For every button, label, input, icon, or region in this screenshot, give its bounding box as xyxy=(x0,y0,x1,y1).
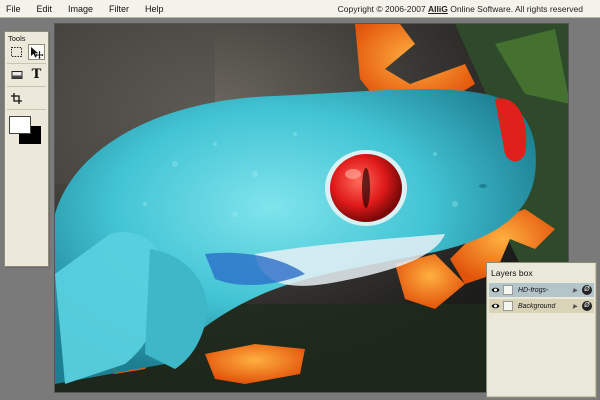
copyright-notice: Copyright © 2006-2007 AIliG Online Softw… xyxy=(338,0,583,18)
layer-name: HD-frogs- xyxy=(518,286,549,294)
menu-image[interactable]: Image xyxy=(60,0,101,18)
eraser-icon[interactable] xyxy=(8,67,25,83)
layer-thumbnail xyxy=(503,301,513,311)
rect-select-icon[interactable] xyxy=(8,44,25,60)
foreground-color-swatch[interactable] xyxy=(9,116,31,134)
layer-name: Background xyxy=(518,302,556,310)
expand-arrow-icon[interactable]: ▶ xyxy=(571,287,579,294)
color-swatches xyxy=(9,116,43,146)
eye-icon[interactable] xyxy=(491,285,500,295)
menu-bar: File Edit Image Filter Help Copyright © … xyxy=(0,0,600,18)
layers-panel: Layers box HD-frogs- ▶ Ø Background ▶ Ø xyxy=(486,262,597,398)
eye-icon[interactable] xyxy=(491,301,500,311)
copyright-prefix: Copyright © 2006-2007 xyxy=(337,4,429,14)
layers-title: Layers box xyxy=(491,268,533,278)
layer-row[interactable]: HD-frogs- ▶ Ø xyxy=(489,283,594,297)
tools-title: Tools xyxy=(8,34,26,43)
move-icon[interactable] xyxy=(28,44,45,60)
layer-thumbnail xyxy=(503,285,513,295)
text-tool-glyph: T xyxy=(31,67,42,82)
copyright-suffix: Online Software. All rights reserved xyxy=(447,4,583,14)
menu-filter[interactable]: Filter xyxy=(101,0,137,18)
brand-link[interactable]: AIliG xyxy=(428,4,448,14)
menu-help[interactable]: Help xyxy=(137,0,172,18)
layer-options-icon[interactable]: Ø xyxy=(582,285,592,295)
layer-row[interactable]: Background ▶ Ø xyxy=(489,299,594,313)
expand-arrow-icon[interactable]: ▶ xyxy=(571,303,579,310)
layer-options-icon[interactable]: Ø xyxy=(582,301,592,311)
menu-edit[interactable]: Edit xyxy=(29,0,61,18)
tools-panel: Tools T xyxy=(4,31,49,267)
text-icon[interactable]: T xyxy=(28,67,45,83)
menu-file[interactable]: File xyxy=(0,0,29,18)
crop-icon[interactable] xyxy=(8,90,25,106)
